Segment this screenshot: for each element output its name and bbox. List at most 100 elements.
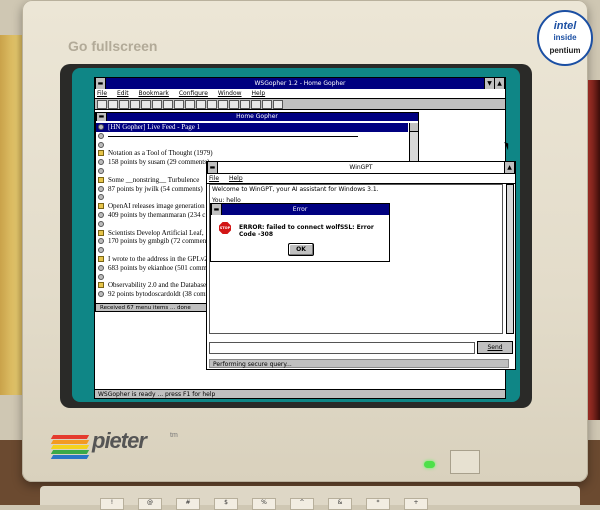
wingpt-menu-file[interactable]: File [209,175,219,182]
rainbow-stripes-logo [50,435,90,459]
wingpt-menubar: File Help [207,174,515,184]
stripe [50,440,90,444]
search-icon[interactable] [152,100,162,109]
folder-icon [98,229,104,236]
wingpt-titlebar[interactable]: ▬ WinGPT ▲ [207,162,515,174]
menu-help[interactable]: Help [251,90,265,97]
bookmark-icon[interactable] [141,100,151,109]
scroll-up-arrow-icon[interactable] [410,123,418,132]
gopher-item-text: 158 points by susam (29 comments) [108,158,210,167]
info-icon [98,141,104,148]
keyboard-key[interactable]: + [404,498,428,510]
badge-line-3: pentium [549,46,581,55]
gopher-item-text: Notation as a Tool of Thought (1979) [108,149,213,158]
menu-file[interactable]: File [97,90,107,97]
gopher-item-text: Some __nonstring__ Turbulence [108,175,200,184]
system-menu-button[interactable]: ▬ [95,78,106,89]
home-icon[interactable] [130,100,140,109]
stop-icon[interactable] [185,100,195,109]
cascade-icon[interactable] [262,100,272,109]
keyboard-key[interactable]: @ [138,498,162,510]
gopher-item-text: 683 points by ekianhoe (501 comm [108,263,207,272]
keyboard-key[interactable]: % [252,498,276,510]
save-icon[interactable] [108,100,118,109]
wsgopher-toolbar [95,99,505,110]
keyboard-key[interactable]: $ [214,498,238,510]
go-fullscreen-button[interactable]: Go fullscreen [68,38,157,54]
intel-inside-badge: intel inside pentium [537,10,593,66]
menu-configure[interactable]: Configure [179,90,208,97]
info-icon [98,247,104,254]
reload-icon[interactable] [196,100,206,109]
keyboard-key[interactable]: * [366,498,390,510]
info-icon [98,132,104,139]
home-gopher-title: Home Gopher [236,113,278,120]
gopher-item[interactable]: [HN Gopher] Live Feed - Page 1 [96,123,408,132]
open-icon[interactable] [97,100,107,109]
info-icon [98,211,104,218]
wsgopher-menubar: File Edit Bookmark Configure Window Help [95,89,505,99]
config-icon[interactable] [229,100,239,109]
gopher-item[interactable]: Notation as a Tool of Thought (1979) [96,149,408,158]
copy-icon[interactable] [207,100,217,109]
ok-button[interactable]: OK [288,243,314,256]
menu-window[interactable]: Window [218,90,242,97]
folder-icon [98,203,104,210]
stripe [50,450,90,454]
wsgopher-statusbar: WSGopher is ready ... press F1 for help [95,389,505,398]
chat-message: Welcome to WinGPT, your AI assistant for… [212,186,379,193]
wingpt-status: Performing secure query... [209,359,509,368]
wingpt-window: ▬ WinGPT ▲ File Help Welcome to WinGPT, … [206,161,516,370]
gopher-item-text: OpenAI releases image generation [108,202,205,211]
error-system-menu-button[interactable]: ▬ [211,204,222,215]
error-title: Error [292,206,308,213]
menu-bookmark[interactable]: Bookmark [139,90,169,97]
home-gopher-system-menu[interactable]: ▬ [96,113,107,121]
keyboard-key[interactable]: ! [100,498,124,510]
info-icon [98,167,104,174]
power-button[interactable] [450,450,480,474]
crt-screen: ▬ WSGopher 1.2 - Home Gopher ▼ ▲ File Ed… [72,68,520,402]
stripe [50,435,90,439]
error-message: ERROR: failed to connect wolfSSL: Error … [239,224,374,238]
maximize-button[interactable]: ▲ [494,78,505,89]
gopher-item[interactable] [96,141,408,150]
forward-icon[interactable] [174,100,184,109]
info-icon [98,273,104,280]
keyboard-key[interactable]: & [328,498,352,510]
brand-trademark: tm [170,432,178,439]
back-icon[interactable] [163,100,173,109]
badge-line-2: inside [553,33,577,42]
gopher-item-text: Scientists Develop Artificial Leaf, [108,228,204,237]
badge-line-1: intel [553,20,577,32]
stop-sign-icon: STOP [219,222,231,234]
window-icon[interactable] [240,100,250,109]
wingpt-system-menu-button[interactable]: ▬ [207,162,218,173]
error-titlebar[interactable]: ▬ Error [211,204,389,215]
power-led [424,461,435,468]
wsgopher-titlebar[interactable]: ▬ WSGopher 1.2 - Home Gopher ▼ ▲ [95,78,505,89]
tile-icon[interactable] [251,100,261,109]
keyboard-key[interactable]: ^ [290,498,314,510]
gopher-item-text: 87 points by jwilk (54 comments) [108,184,203,193]
folder-icon [98,176,104,183]
stripe [50,445,90,449]
chat-scrollbar[interactable] [506,184,514,334]
home-gopher-titlebar[interactable]: ▬ Home Gopher [96,113,418,121]
wingpt-title: WinGPT [349,164,373,171]
stripe [50,455,90,459]
keyboard-key[interactable]: # [176,498,200,510]
gopher-item[interactable] [96,132,408,141]
folder-icon [98,255,104,262]
info-icon [98,238,104,245]
folder-icon[interactable] [119,100,129,109]
menu-edit[interactable]: Edit [117,90,129,97]
chat-input[interactable] [209,342,475,354]
wingpt-maximize-button[interactable]: ▲ [504,162,515,173]
send-button[interactable]: Send [477,341,513,354]
wingpt-menu-help[interactable]: Help [229,175,243,182]
info-icon [98,194,104,201]
help-icon[interactable] [273,100,283,109]
info-icon [98,220,104,227]
paste-icon[interactable] [218,100,228,109]
